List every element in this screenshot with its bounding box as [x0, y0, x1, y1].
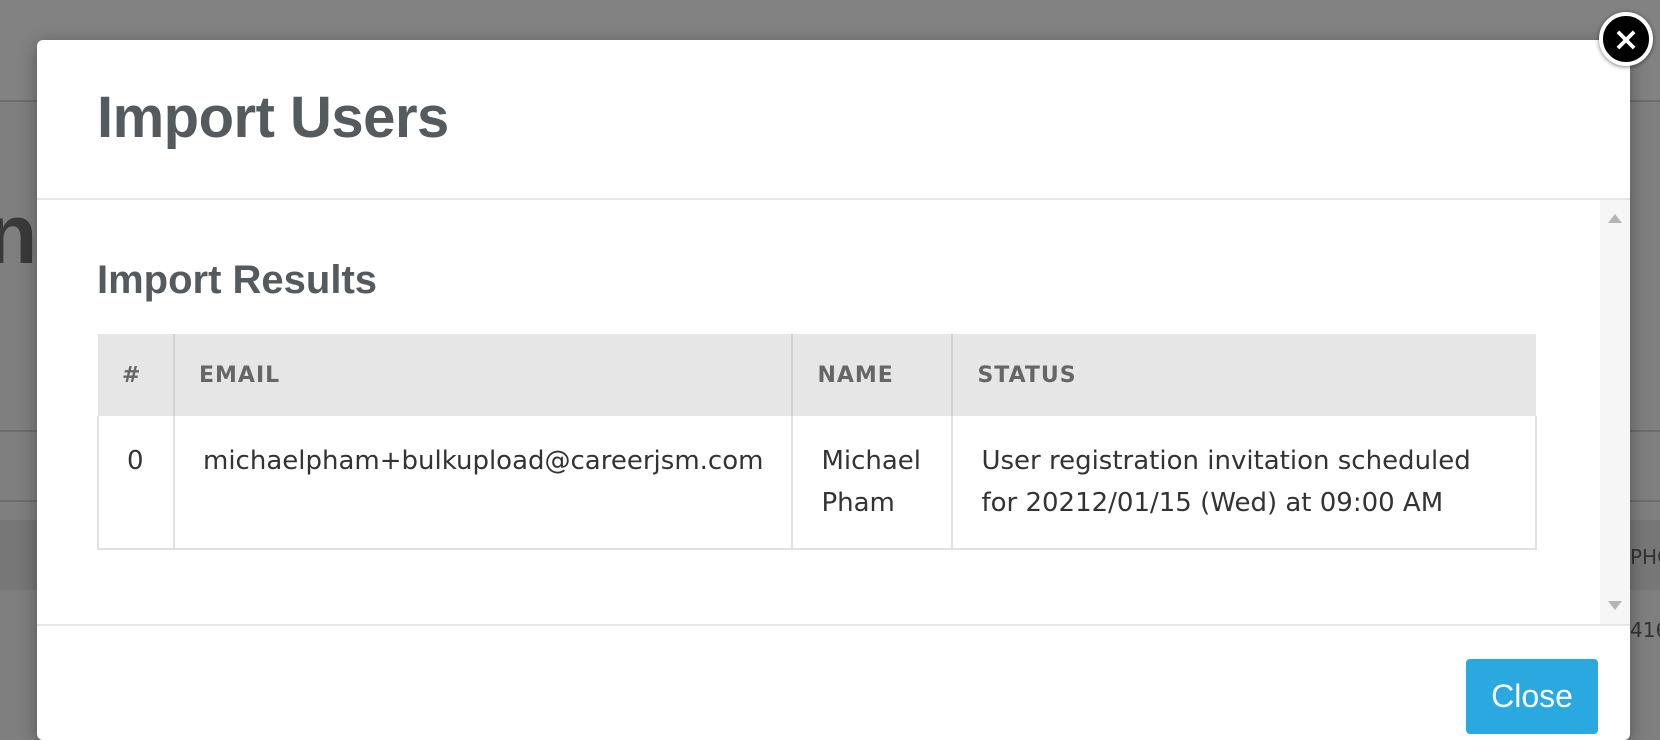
- column-header-status: STATUS: [951, 334, 1536, 416]
- table-header-row: # EMAIL NAME STATUS: [98, 334, 1536, 416]
- scroll-down-arrow-icon[interactable]: [1608, 601, 1622, 610]
- cell-name: Michael Pham: [791, 416, 953, 550]
- table-row: 0 michaelpham+bulkupload@careerjsm.com M…: [97, 416, 1537, 550]
- modal-body[interactable]: Import Results # EMAIL NAME STATUS 0 mic…: [37, 200, 1630, 624]
- modal-body-scrollbar[interactable]: [1600, 200, 1630, 624]
- column-header-index: #: [98, 334, 174, 416]
- modal-header: Import Users: [37, 40, 1630, 200]
- cell-email: michaelpham+bulkupload@careerjsm.com: [172, 416, 793, 550]
- column-header-email: EMAIL: [172, 334, 793, 416]
- background-column-header: PHO: [1630, 545, 1660, 569]
- cell-index: 0: [97, 416, 174, 550]
- import-results-table: # EMAIL NAME STATUS 0 michaelpham+bulkup…: [97, 334, 1537, 550]
- close-button[interactable]: Close: [1466, 659, 1598, 734]
- import-results-heading: Import Results: [97, 258, 378, 302]
- column-header-name: NAME: [791, 334, 953, 416]
- import-users-modal: Import Users Import Results # EMAIL NAME…: [37, 40, 1630, 740]
- scroll-up-arrow-icon[interactable]: [1608, 214, 1622, 223]
- modal-footer: Close: [37, 624, 1630, 740]
- close-circle-icon[interactable]: ×: [1599, 12, 1653, 66]
- cell-status: User registration invitation scheduled f…: [951, 416, 1537, 550]
- modal-title: Import Users: [97, 85, 449, 150]
- background-cell-text: 416: [1630, 618, 1660, 642]
